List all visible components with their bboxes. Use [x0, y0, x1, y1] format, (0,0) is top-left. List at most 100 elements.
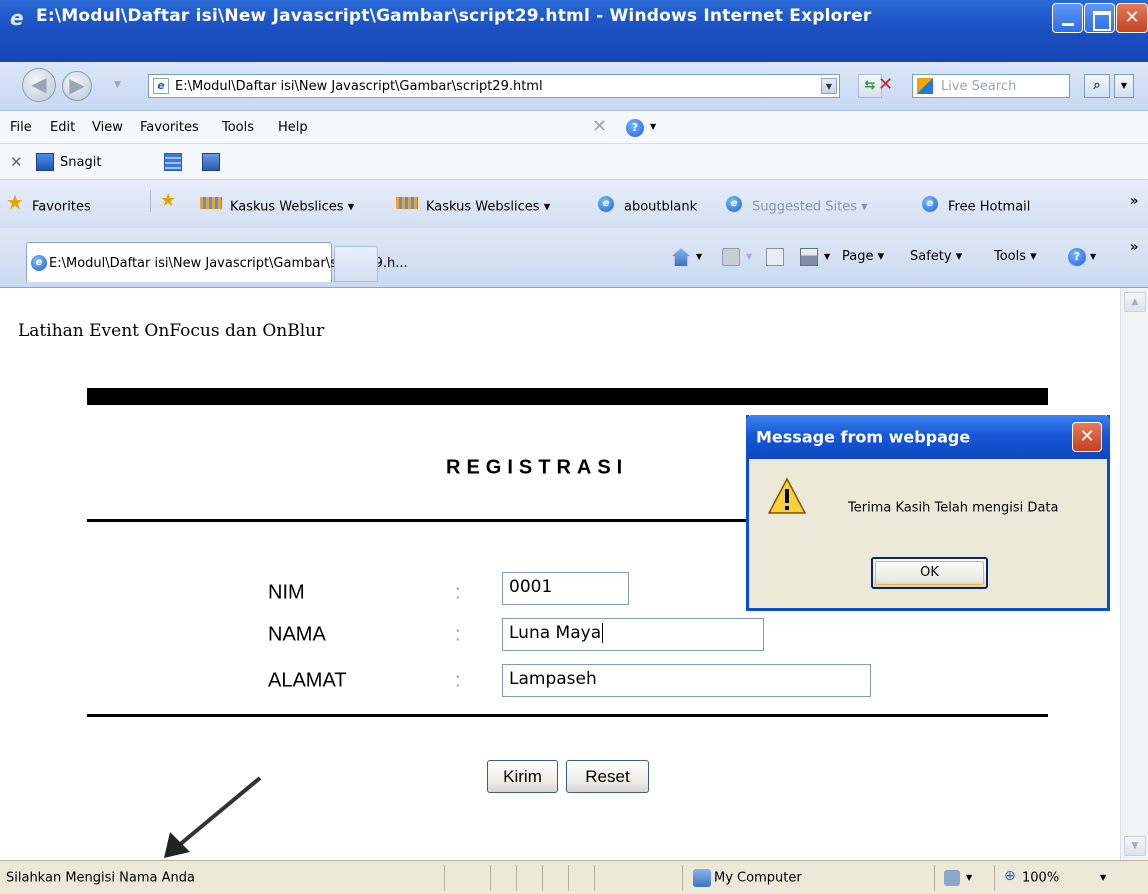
scroll-up-button[interactable]: ▲: [1124, 292, 1146, 312]
back-button[interactable]: ◀: [22, 68, 56, 102]
favorite-link-suggested-sites[interactable]: Suggested Sites ▾: [752, 200, 868, 215]
tab-active[interactable]: e E:\Modul\Daftar isi\New Javascript\Gam…: [26, 242, 408, 282]
live-search-icon: [917, 78, 933, 94]
address-toolbar: ◀ ▶ ▼ e E:\Modul\Daftar isi\New Javascri…: [0, 62, 1148, 111]
form-bottom-rule: [87, 714, 1048, 717]
favorite-link-free-hotmail[interactable]: Free Hotmail: [948, 200, 1030, 215]
favorites-star-icon: ★: [6, 190, 24, 214]
help-icon[interactable]: ?: [626, 119, 644, 137]
scroll-down-button[interactable]: ▼: [1124, 836, 1146, 856]
close-toolbar-icon[interactable]: ✕: [10, 153, 23, 171]
forward-button[interactable]: ▶: [62, 71, 92, 101]
menu-edit[interactable]: Edit: [50, 120, 75, 135]
help-dropdown-icon[interactable]: ▼: [650, 122, 656, 131]
home-icon[interactable]: [672, 248, 690, 266]
nama-label: NAMA: [268, 623, 326, 646]
address-dropdown-button[interactable]: ▼: [821, 78, 837, 94]
zoom-level[interactable]: 100%: [1022, 871, 1059, 886]
search-icon: ⌕: [1093, 78, 1101, 93]
add-to-favorites-icon[interactable]: ★: [160, 190, 176, 211]
reset-button[interactable]: Reset: [566, 760, 649, 793]
ie-page-icon: e: [31, 255, 47, 271]
minimize-icon: [1053, 4, 1082, 32]
maximize-button[interactable]: [1084, 3, 1115, 33]
search-options-dropdown[interactable]: ▼: [1114, 74, 1134, 98]
dialog-ok-button[interactable]: OK: [871, 557, 988, 589]
page-menu[interactable]: Page ▾: [842, 249, 884, 264]
dialog-titlebar: Message from webpage ✕: [746, 415, 1110, 459]
read-mail-icon[interactable]: [766, 248, 784, 266]
menu-favorites[interactable]: Favorites: [140, 120, 199, 135]
favorite-link-aboutblank[interactable]: aboutblank: [624, 200, 697, 215]
close-toolbar-icon[interactable]: ✕: [592, 116, 607, 137]
search-placeholder: Live Search: [941, 79, 1017, 94]
print-icon[interactable]: [800, 248, 818, 266]
menu-help[interactable]: Help: [278, 120, 308, 135]
kirim-button[interactable]: Kirim: [487, 760, 558, 793]
ie-page-icon: e: [922, 196, 938, 212]
dialog-close-button[interactable]: ✕: [1072, 422, 1102, 452]
home-dropdown-icon[interactable]: ▼: [696, 252, 702, 261]
snagit-icon[interactable]: [36, 153, 54, 171]
status-divider: [568, 865, 569, 891]
protected-mode-icon[interactable]: [944, 870, 960, 886]
print-dropdown-icon[interactable]: ▼: [824, 252, 830, 261]
zoom-dropdown-icon[interactable]: ▼: [1100, 873, 1106, 882]
recent-pages-dropdown[interactable]: ▼: [114, 80, 121, 90]
menu-file[interactable]: File: [10, 120, 32, 135]
snagit-capture-icon[interactable]: [164, 153, 182, 171]
address-input[interactable]: e E:\Modul\Daftar isi\New Javascript\Gam…: [148, 74, 840, 98]
form-title: REGISTRASI: [446, 456, 629, 479]
my-computer-icon: [693, 869, 711, 887]
webslice-icon: [200, 197, 222, 209]
status-divider: [934, 865, 935, 891]
menu-tools[interactable]: Tools: [222, 120, 254, 135]
ie-page-icon: e: [598, 196, 614, 212]
address-url: E:\Modul\Daftar isi\New Javascript\Gamba…: [175, 79, 543, 94]
page-heading: Latihan Event OnFocus dan OnBlur: [18, 321, 325, 341]
nama-colon: :: [455, 623, 461, 646]
new-tab-button[interactable]: [334, 246, 378, 282]
close-button[interactable]: ✕: [1116, 3, 1148, 33]
dialog-message: Terima Kasih Telah mengisi Data: [848, 500, 1059, 516]
status-divider: [516, 865, 517, 891]
nim-colon: :: [455, 581, 461, 604]
window-titlebar: e E:\Modul\Daftar isi\New Javascript\Gam…: [0, 0, 1148, 62]
snagit-editor-icon[interactable]: [202, 153, 220, 171]
command-overflow-button[interactable]: »: [1130, 240, 1138, 255]
zoom-icon[interactable]: ⊕: [1004, 868, 1016, 884]
snagit-button-label[interactable]: Snagit: [60, 155, 101, 170]
feeds-icon[interactable]: [722, 248, 740, 266]
status-divider: [682, 865, 683, 891]
help-dropdown-icon[interactable]: ▼: [1090, 252, 1096, 261]
annotation-arrow-icon: [164, 776, 262, 858]
search-input[interactable]: Live Search: [912, 74, 1070, 98]
favorite-link-kaskus-webslices-2[interactable]: Kaskus Webslices ▾: [426, 200, 550, 215]
tab-command-bar: e E:\Modul\Daftar isi\New Javascript\Gam…: [0, 228, 1148, 288]
feeds-dropdown-icon[interactable]: ▼: [746, 252, 752, 261]
tools-menu[interactable]: Tools ▾: [994, 249, 1037, 264]
search-button[interactable]: ⌕: [1084, 74, 1110, 98]
favorites-button[interactable]: Favorites: [32, 200, 91, 215]
vertical-scrollbar[interactable]: ▲ ▼: [1120, 288, 1148, 860]
alamat-input[interactable]: Lampaseh: [502, 664, 871, 697]
favorites-overflow-button[interactable]: »: [1130, 194, 1138, 209]
ie-page-icon: e: [726, 196, 742, 212]
safety-menu[interactable]: Safety ▾: [910, 249, 962, 264]
protected-mode-dropdown-icon[interactable]: ▼: [966, 873, 972, 882]
menu-view[interactable]: View: [92, 120, 123, 135]
minimize-button[interactable]: [1052, 3, 1083, 33]
nama-input[interactable]: Luna Maya: [502, 618, 764, 651]
nim-input[interactable]: 0001: [502, 572, 629, 605]
maximize-icon: [1085, 4, 1114, 32]
webslice-icon: [396, 197, 418, 209]
message-dialog: Message from webpage ✕ Terima Kasih Tela…: [746, 415, 1110, 611]
status-text: Silahkan Mengisi Nama Anda: [6, 870, 195, 886]
help-icon[interactable]: ?: [1068, 248, 1086, 266]
stop-button[interactable]: ✕: [878, 74, 893, 95]
close-icon: ✕: [1124, 7, 1140, 28]
status-bar: Silahkan Mengisi Nama Anda My Computer ▼…: [0, 860, 1148, 894]
ie-logo-icon: e: [10, 6, 24, 30]
favorite-link-kaskus-webslices-1[interactable]: Kaskus Webslices ▾: [230, 200, 354, 215]
status-divider: [994, 865, 995, 891]
